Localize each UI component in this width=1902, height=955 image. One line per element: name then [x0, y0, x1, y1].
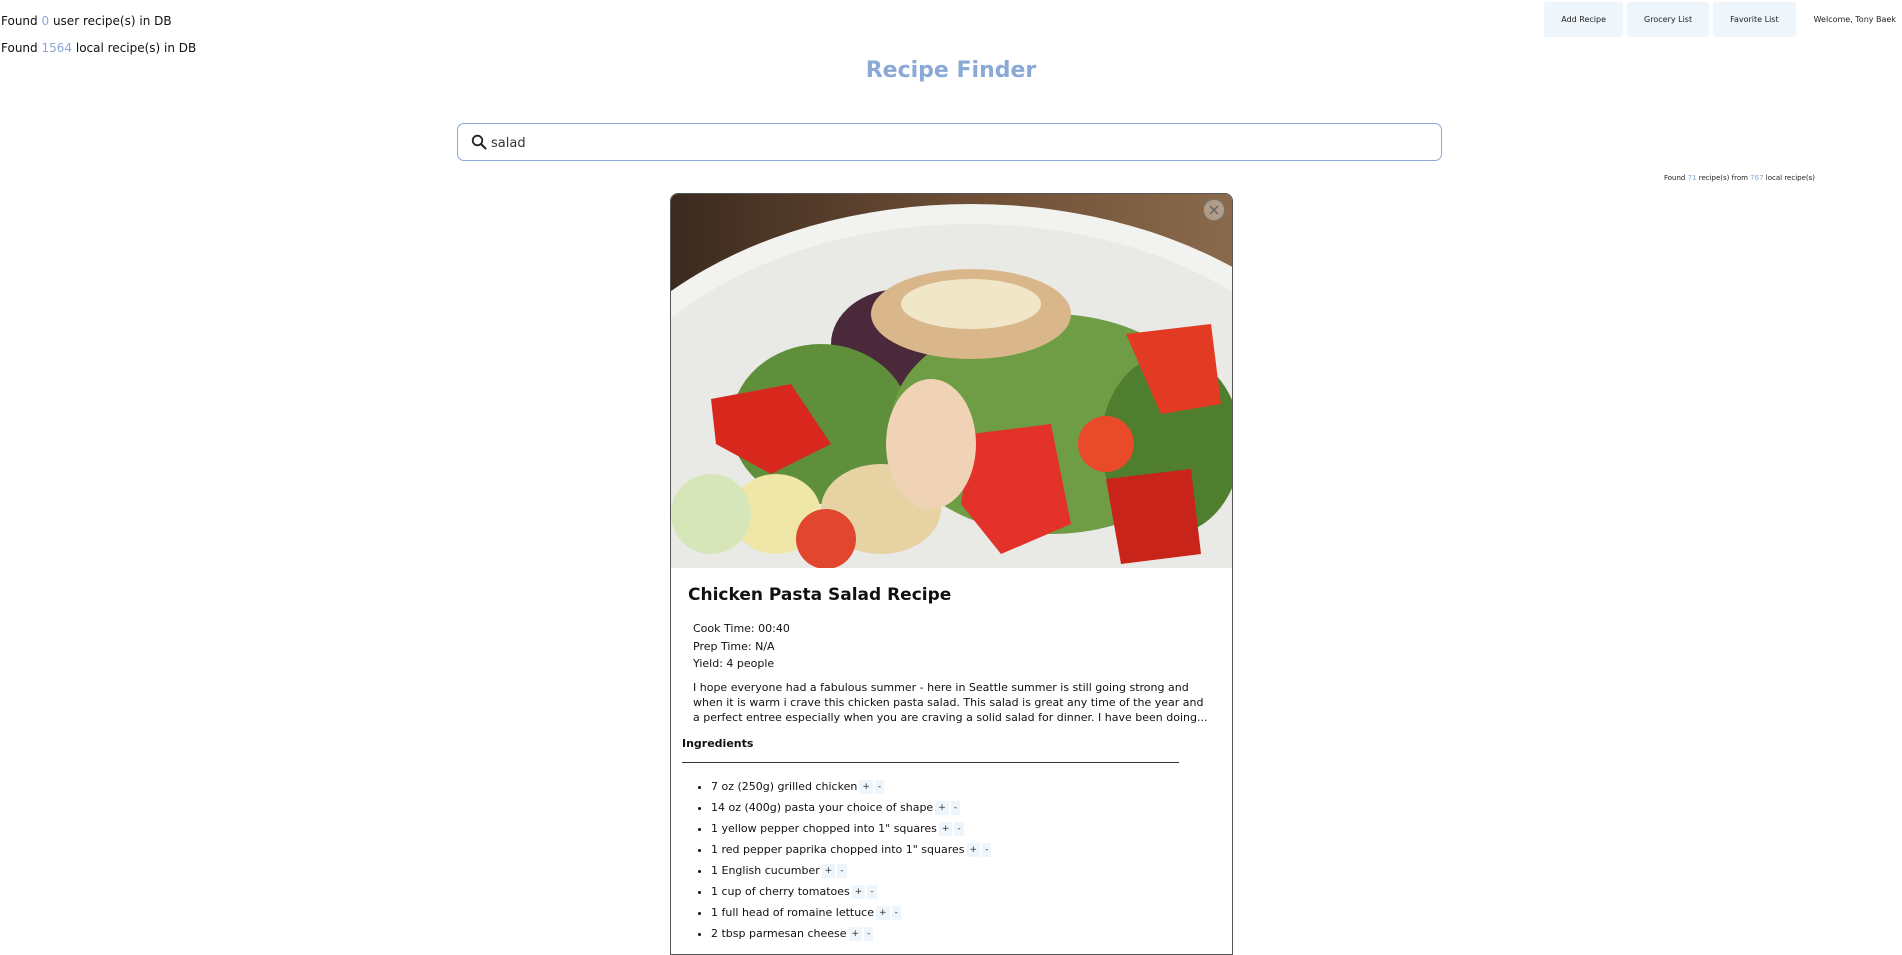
- remove-from-grocery-button[interactable]: -: [867, 885, 877, 899]
- add-to-grocery-button[interactable]: +: [876, 906, 890, 920]
- search-results-count: Found 71 recipe(s) from 767 local recipe…: [1663, 174, 1815, 182]
- ingredient-item: 1 English cucumber+-: [711, 860, 991, 881]
- local-count: 1564: [41, 41, 73, 55]
- add-to-grocery-button[interactable]: +: [966, 843, 981, 857]
- cook-time: Cook Time: 00:40: [693, 622, 790, 635]
- search-icon: [471, 134, 487, 150]
- add-to-grocery-button[interactable]: +: [821, 864, 836, 878]
- close-icon: [1209, 205, 1219, 215]
- add-to-grocery-button[interactable]: +: [848, 927, 863, 941]
- remove-from-grocery-button[interactable]: -: [891, 906, 901, 920]
- recipe-photo: [671, 194, 1232, 568]
- close-button[interactable]: [1203, 199, 1225, 221]
- recipe-card[interactable]: Chicken Pasta Salad Recipe Cook Time: 00…: [670, 193, 1233, 955]
- add-to-grocery-button[interactable]: +: [851, 885, 866, 899]
- ingredient-item: 1 red pepper paprika chopped into 1" squ…: [711, 839, 992, 860]
- add-to-grocery-button[interactable]: +: [938, 822, 953, 836]
- ingredients-list: 7 oz (250g) grilled chicken+- 14 oz (400…: [689, 776, 992, 944]
- add-to-grocery-button[interactable]: +: [935, 801, 949, 815]
- recipe-meta: Cook Time: 00:40 Prep Time: N/A Yield: 4…: [693, 620, 790, 673]
- ingredients-heading: Ingredients: [682, 737, 754, 750]
- remove-from-grocery-button[interactable]: -: [954, 822, 964, 836]
- ingredient-item: 1 yellow pepper chopped into 1" squares+…: [711, 818, 991, 839]
- add-to-grocery-button[interactable]: +: [859, 780, 873, 794]
- add-recipe-button[interactable]: Add Recipe: [1544, 2, 1624, 37]
- recipe-description: I hope everyone had a fabulous summer - …: [693, 681, 1208, 724]
- prep-time: Prep Time: N/A: [693, 639, 775, 653]
- user-count: 0: [41, 14, 50, 28]
- remove-from-grocery-button[interactable]: -: [982, 843, 992, 857]
- remove-from-grocery-button[interactable]: -: [950, 801, 960, 815]
- yield: Yield: 4 people: [693, 657, 775, 670]
- remove-from-grocery-button[interactable]: -: [864, 927, 874, 941]
- search-input[interactable]: [489, 125, 1433, 161]
- user-recipe-count: Found 0 user recipe(s) in DB: [1, 14, 172, 28]
- welcome-text: Welcome, Tony Baek: [1813, 15, 1896, 24]
- remove-from-grocery-button[interactable]: -: [874, 780, 885, 794]
- search-bar: [457, 123, 1442, 161]
- grocery-list-button[interactable]: Grocery List: [1627, 2, 1710, 37]
- top-nav: Add Recipe Grocery List Favorite List We…: [1544, 2, 1902, 37]
- page-title: Recipe Finder: [865, 58, 1037, 83]
- ingredient-item: 2 tbsp parmesan cheese+-: [711, 923, 991, 944]
- remove-from-grocery-button[interactable]: -: [837, 864, 847, 878]
- ingredient-item: 7 oz (250g) grilled chicken+-: [711, 776, 991, 797]
- recipe-title: Chicken Pasta Salad Recipe: [688, 585, 952, 605]
- favorite-list-button[interactable]: Favorite List: [1713, 2, 1796, 37]
- db-stats: Found 0 user recipe(s) in DB Found 1564 …: [1, 8, 196, 62]
- ingredient-item: 14 oz (400g) pasta your choice of shape+…: [711, 797, 991, 818]
- ingredient-item: 1 cup of cherry tomatoes+-: [711, 881, 991, 902]
- ingredient-item: 1 full head of romaine lettuce+-: [711, 902, 991, 923]
- divider: [682, 762, 1179, 763]
